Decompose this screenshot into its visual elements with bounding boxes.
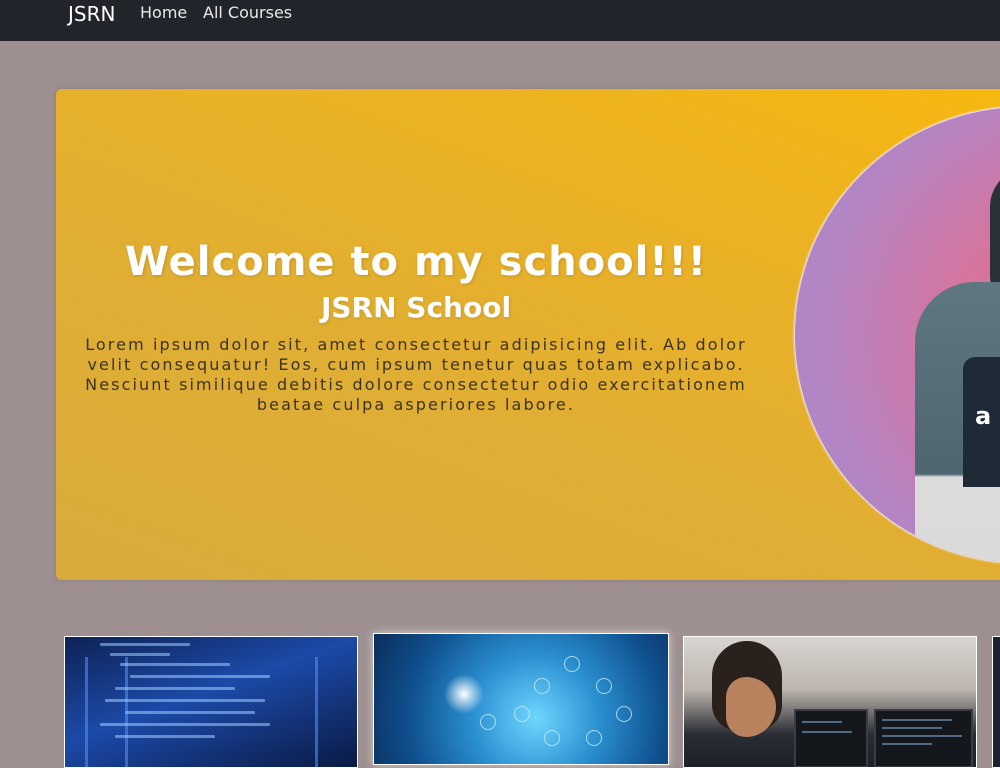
screen-line-shape (882, 735, 962, 737)
hero-description: Lorem ipsum dolor sit, amet consectetur … (85, 335, 747, 414)
code-line-shape (130, 675, 270, 678)
person-head-shape (990, 167, 1000, 297)
network-node-shape (564, 656, 580, 672)
course-card-image-2[interactable] (373, 633, 669, 765)
code-line-shape (100, 723, 270, 726)
server-rack-shape (315, 657, 318, 767)
code-line-shape (115, 735, 215, 738)
profile-photo: a (794, 106, 1000, 564)
hero-banner: Welcome to my school!!! JSRN School Lore… (56, 89, 1000, 580)
code-line-shape (120, 663, 230, 666)
navbar: JSRN Home All Courses (0, 0, 1000, 41)
brand-logo[interactable]: JSRN (68, 1, 115, 27)
code-line-shape (125, 711, 255, 714)
network-node-shape (534, 678, 550, 694)
screen-line-shape (802, 721, 842, 723)
network-node-shape (616, 706, 632, 722)
network-node-shape (586, 730, 602, 746)
hoodie-logo: a (975, 402, 992, 430)
nav-link-all-courses[interactable]: All Courses (203, 3, 292, 23)
network-node-shape (544, 730, 560, 746)
screen-line-shape (802, 731, 852, 733)
server-rack-shape (85, 657, 88, 767)
code-line-shape (105, 699, 265, 702)
light-glow-shape (444, 674, 484, 714)
course-card-image-4[interactable] (992, 636, 1000, 768)
screen-line-shape (882, 727, 942, 729)
code-line-shape (115, 687, 235, 690)
network-node-shape (480, 714, 496, 730)
course-card-image-1[interactable] (64, 636, 358, 768)
hero-subtitle: JSRN School (320, 291, 512, 324)
network-node-shape (596, 678, 612, 694)
monitor-shape (874, 709, 973, 767)
code-line-shape (100, 643, 190, 646)
monitor-shape (794, 709, 868, 767)
network-node-shape (514, 706, 530, 722)
nav-link-home[interactable]: Home (140, 3, 187, 23)
screen-line-shape (882, 743, 932, 745)
screen-line-shape (882, 719, 952, 721)
code-line-shape (110, 653, 170, 656)
course-card-image-3[interactable] (683, 636, 977, 768)
hero-title: Welcome to my school!!! (124, 239, 708, 285)
